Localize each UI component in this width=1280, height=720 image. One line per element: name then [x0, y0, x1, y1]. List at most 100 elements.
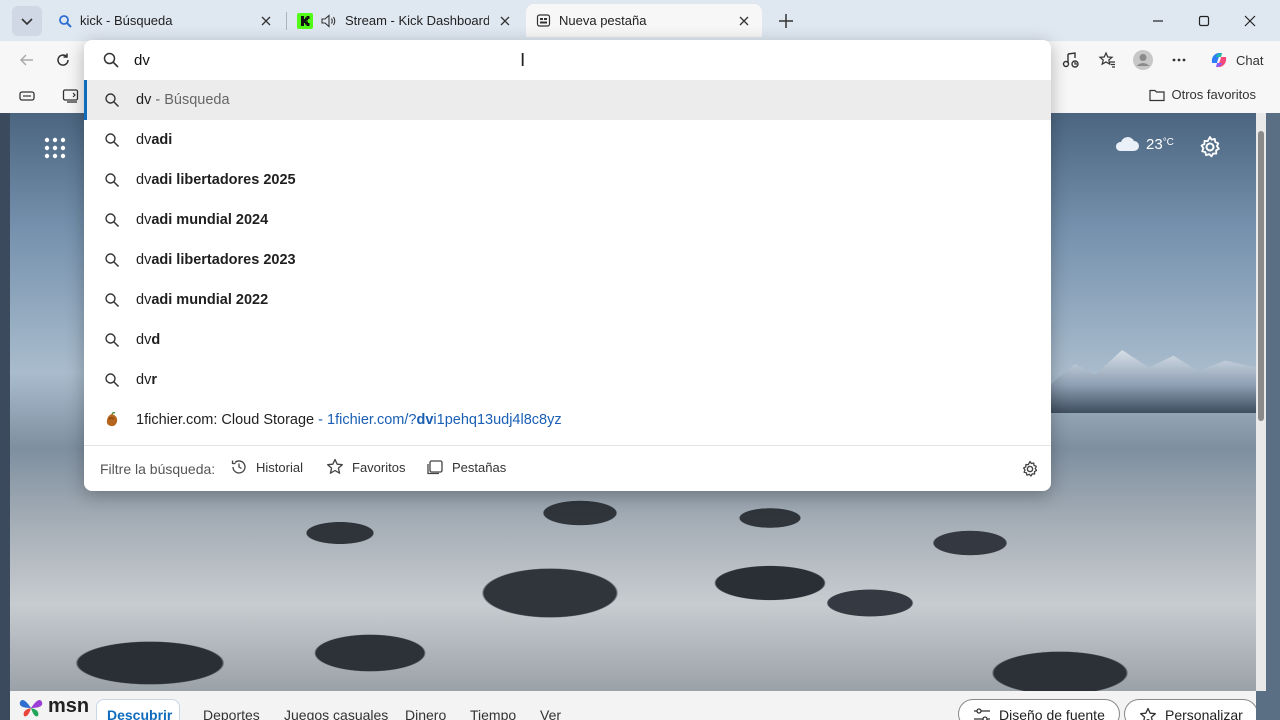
msn-feed-bar: msn Descubrir Deportes Juegos casuales D… — [10, 691, 1256, 720]
other-favorites-folder[interactable]: Otros favoritos — [1149, 87, 1256, 102]
search-icon — [104, 172, 120, 188]
avatar-icon — [1133, 50, 1153, 70]
tab-actions-menu-button[interactable] — [12, 6, 42, 36]
page-scrollbar[interactable] — [1256, 113, 1266, 691]
close-icon — [1244, 15, 1256, 27]
suggestion-text: dv - Búsqueda — [136, 92, 230, 108]
site-suggestion[interactable]: 1fichier.com: Cloud Storage - 1fichier.c… — [84, 400, 1051, 440]
msn-tab-dinero[interactable]: Dinero — [405, 707, 446, 720]
site-favicon-icon — [104, 412, 120, 428]
star-list-icon — [1098, 51, 1115, 68]
weather-temperature: 23 — [1146, 135, 1163, 153]
speaker-icon[interactable] — [321, 13, 337, 28]
filter-favorites-button[interactable]: Favoritos — [326, 458, 405, 476]
minimize-button[interactable] — [1135, 6, 1181, 36]
new-tab-button[interactable] — [773, 8, 799, 34]
tabs-icon — [427, 460, 443, 475]
filter-tabs-button[interactable]: Pestañas — [426, 458, 506, 476]
favorites-button[interactable] — [1092, 45, 1122, 75]
gear-icon[interactable] — [1021, 460, 1039, 478]
msn-butterfly-icon — [19, 699, 43, 716]
search-icon — [104, 332, 120, 348]
filter-history-button[interactable]: Historial — [230, 458, 303, 476]
msn-tab-descubrir[interactable]: Descubrir — [107, 707, 172, 720]
page-edge — [0, 113, 10, 720]
profile-button[interactable] — [1128, 45, 1158, 75]
search-suggestion[interactable]: dvadi — [84, 120, 1051, 160]
search-icon — [104, 92, 120, 108]
tab-title: Stream - Kick Dashboard — [345, 13, 489, 28]
tab-title: Nueva pestaña — [559, 13, 647, 28]
music-note-icon — [1062, 52, 1079, 68]
tab-kick-busqueda[interactable]: kick - Búsqueda — [48, 4, 284, 37]
search-icon — [103, 52, 119, 68]
back-button[interactable] — [12, 45, 42, 75]
scrollbar-thumb[interactable] — [1258, 131, 1264, 421]
minimize-icon — [1153, 20, 1163, 22]
search-suggestion[interactable]: dv - Búsqueda — [84, 80, 1051, 120]
typed-text: dv — [136, 252, 152, 268]
close-icon — [261, 16, 271, 25]
search-filter-row: Filtre la búsqueda: Historial Favoritos … — [84, 446, 1051, 491]
sliders-icon — [974, 708, 990, 720]
search-suggestion[interactable]: dvadi libertadores 2023 — [84, 240, 1051, 280]
search-suggestion[interactable]: dvd — [84, 320, 1051, 360]
typed-text: dv — [136, 332, 152, 348]
star-outline-icon — [1140, 707, 1156, 720]
completion-text: adi mundial 2024 — [151, 212, 269, 228]
read-aloud-button[interactable] — [1056, 45, 1086, 75]
msn-logo-text: msn — [48, 695, 90, 717]
background-mountains — [1050, 350, 1256, 413]
search-suggestion[interactable]: dvadi libertadores 2025 — [84, 160, 1051, 200]
tab-close-button[interactable] — [258, 13, 274, 29]
collections-icon — [62, 89, 79, 103]
address-bar-input[interactable] — [134, 49, 1014, 71]
completion-text: r — [151, 372, 157, 388]
page-settings-gear-icon[interactable] — [1198, 135, 1222, 159]
filter-favorites-label: Favoritos — [352, 459, 406, 475]
arrow-left-icon — [19, 54, 33, 66]
typed-text: dv — [136, 212, 152, 228]
star-outline-icon — [327, 458, 343, 474]
site-url: 1fichier.com/? — [327, 412, 417, 428]
search-icon — [104, 372, 120, 388]
typed-text: dv — [136, 92, 152, 108]
settings-more-button[interactable] — [1164, 45, 1194, 75]
msn-tab-tiempo[interactable]: Tiempo — [470, 707, 516, 720]
msn-tab-ver[interactable]: Ver — [540, 707, 561, 720]
app-launcher-icon[interactable] — [44, 137, 66, 159]
refresh-button[interactable] — [48, 45, 78, 75]
suggestion-suffix: - Búsqueda — [151, 92, 230, 108]
tab-close-button[interactable] — [736, 13, 752, 29]
workspaces-button[interactable] — [12, 81, 42, 111]
filter-label: Filtre la búsqueda: — [100, 461, 216, 477]
close-window-button[interactable] — [1227, 6, 1273, 36]
search-icon — [104, 292, 120, 308]
msn-tab-deportes[interactable]: Deportes — [203, 707, 260, 720]
tab-strip: kick - Búsqueda Stream - Kick Dashboard … — [0, 0, 1280, 41]
address-bar-dropdown: Ι dv - Búsquedadvadidvadi libertadores 2… — [84, 40, 1051, 491]
msn-logo[interactable]: msn — [18, 695, 89, 718]
chat-label: Chat — [1236, 52, 1264, 68]
search-suggestion[interactable]: dvadi mundial 2022 — [84, 280, 1051, 320]
collections-button[interactable] — [56, 81, 86, 111]
plus-icon — [779, 14, 793, 28]
maximize-button[interactable] — [1181, 6, 1227, 36]
newtab-icon — [536, 14, 551, 27]
other-favorites-label: Otros favoritos — [1171, 87, 1256, 102]
site-url-match: dv — [416, 412, 434, 428]
search-suggestion[interactable]: dvadi mundial 2024 — [84, 200, 1051, 240]
suggestion-text: 1fichier.com: Cloud Storage - 1fichier.c… — [136, 412, 562, 428]
tab-nueva-pestana[interactable]: Nueva pestaña — [526, 4, 762, 37]
tab-close-button[interactable] — [497, 13, 513, 29]
tab-kick-dashboard[interactable]: Stream - Kick Dashboard — [287, 4, 523, 37]
search-suggestion[interactable]: dvr — [84, 360, 1051, 400]
feed-layout-button[interactable]: Diseño de fuente — [958, 699, 1120, 720]
cloud-icon — [1115, 137, 1139, 151]
msn-tab-juegos-casuales[interactable]: Juegos casuales — [284, 707, 388, 720]
search-icon — [104, 132, 120, 148]
personalize-button[interactable]: Personalizar — [1124, 699, 1256, 720]
weather-widget[interactable]: 23 °C — [1114, 135, 1174, 153]
search-icon — [104, 212, 120, 228]
copilot-chat-button[interactable]: Chat — [1200, 46, 1271, 74]
